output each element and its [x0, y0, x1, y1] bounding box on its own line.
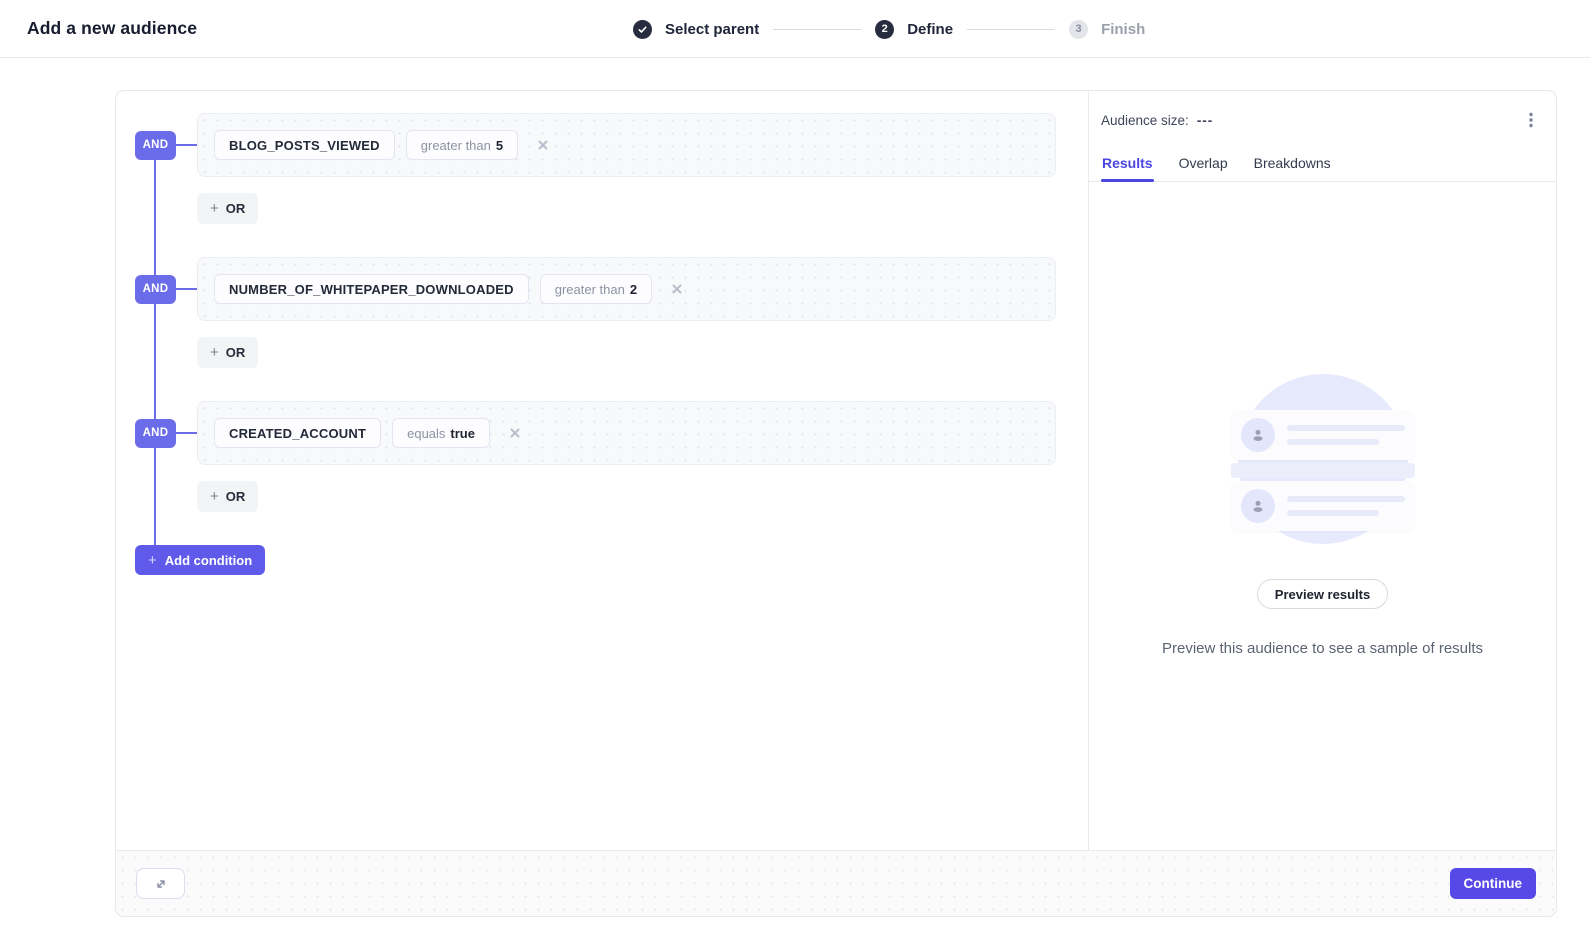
- or-label: OR: [226, 345, 246, 360]
- preview-caption: Preview this audience to see a sample of…: [1162, 640, 1483, 657]
- add-condition-label: Add condition: [165, 553, 252, 568]
- stepper: Select parent 2 Define 3 Finish: [633, 0, 1145, 58]
- condition-operator-chip[interactable]: greater than 2: [540, 274, 652, 304]
- condition-row: AND CREATED_ACCOUNT equals true: [135, 401, 1056, 465]
- condition-operator-chip[interactable]: greater than 5: [406, 130, 518, 160]
- step-complete-check-icon: [633, 20, 652, 39]
- operator-value: 5: [496, 138, 503, 153]
- step-label: Define: [907, 21, 953, 38]
- remove-condition-icon[interactable]: [509, 427, 521, 439]
- field-name: NUMBER_OF_WHITEPAPER_DOWNLOADED: [229, 282, 514, 297]
- add-or-condition-button[interactable]: + OR: [197, 337, 258, 368]
- illustration-rows: [1231, 410, 1415, 531]
- skeleton-lines: [1287, 496, 1405, 516]
- remove-condition-icon[interactable]: [537, 139, 549, 151]
- operator-value: 2: [630, 282, 637, 297]
- or-row: + OR: [135, 337, 1056, 401]
- condition-card: BLOG_POSTS_VIEWED greater than 5: [197, 113, 1056, 177]
- condition-field-chip[interactable]: BLOG_POSTS_VIEWED: [214, 130, 395, 160]
- step-number: 2: [875, 20, 894, 39]
- results-panel-body: Preview results Preview this audience to…: [1089, 182, 1556, 850]
- illustration-user-card: [1231, 481, 1415, 531]
- condition-field-chip[interactable]: CREATED_ACCOUNT: [214, 418, 381, 448]
- expand-icon[interactable]: [136, 868, 185, 899]
- card-body: AND BLOG_POSTS_VIEWED greater than 5: [116, 91, 1556, 850]
- condition-card: NUMBER_OF_WHITEPAPER_DOWNLOADED greater …: [197, 257, 1056, 321]
- illustration-strip: [1231, 463, 1415, 478]
- and-badge[interactable]: AND: [135, 419, 176, 448]
- connector-line: [176, 288, 197, 290]
- header: Add a new audience Select parent 2 Defin…: [0, 0, 1590, 58]
- or-row: + OR: [135, 193, 1056, 257]
- step-number: 3: [1069, 20, 1088, 39]
- field-name: BLOG_POSTS_VIEWED: [229, 138, 380, 153]
- step-connector-line: [967, 29, 1055, 30]
- remove-condition-icon[interactable]: [671, 283, 683, 295]
- operator-label: equals: [407, 426, 445, 441]
- tab-results[interactable]: Results: [1101, 139, 1154, 181]
- audience-size-label: Audience size:: [1101, 113, 1189, 128]
- audience-size-row: Audience size: ---: [1089, 91, 1556, 139]
- condition-field-chip[interactable]: NUMBER_OF_WHITEPAPER_DOWNLOADED: [214, 274, 529, 304]
- footer-bar: Continue: [116, 850, 1556, 916]
- condition-card: CREATED_ACCOUNT equals true: [197, 401, 1056, 465]
- user-avatar-icon: [1241, 489, 1275, 523]
- operator-label: greater than: [555, 282, 625, 297]
- condition-row: AND NUMBER_OF_WHITEPAPER_DOWNLOADED grea…: [135, 257, 1056, 321]
- or-label: OR: [226, 489, 246, 504]
- user-avatar-icon: [1241, 418, 1275, 452]
- audience-size-value: ---: [1197, 113, 1214, 128]
- step-define[interactable]: 2 Define: [875, 20, 953, 39]
- and-badge[interactable]: AND: [135, 275, 176, 304]
- page-title: Add a new audience: [27, 18, 197, 39]
- or-row: + OR: [135, 481, 1056, 545]
- connector-line: [176, 144, 197, 146]
- field-name: CREATED_ACCOUNT: [229, 426, 366, 441]
- step-connector-line: [773, 29, 861, 30]
- results-empty-illustration: [1231, 374, 1415, 546]
- condition-operator-chip[interactable]: equals true: [392, 418, 490, 448]
- skeleton-lines: [1287, 425, 1405, 445]
- tab-overlap[interactable]: Overlap: [1178, 139, 1229, 181]
- add-condition-button[interactable]: + Add condition: [135, 545, 265, 575]
- operator-label: greater than: [421, 138, 491, 153]
- plus-icon: +: [210, 201, 219, 216]
- audience-builder-card: AND BLOG_POSTS_VIEWED greater than 5: [115, 90, 1557, 917]
- plus-icon: +: [210, 345, 219, 360]
- add-or-condition-button[interactable]: + OR: [197, 193, 258, 224]
- plus-icon: +: [148, 553, 157, 568]
- and-trunk-line: [154, 143, 156, 545]
- step-label: Finish: [1101, 21, 1145, 38]
- panel-tabs: Results Overlap Breakdowns: [1089, 139, 1556, 182]
- preview-results-button[interactable]: Preview results: [1257, 579, 1388, 609]
- connector-line: [176, 432, 197, 434]
- or-label: OR: [226, 201, 246, 216]
- step-finish: 3 Finish: [1069, 20, 1145, 39]
- condition-row: AND BLOG_POSTS_VIEWED greater than 5: [135, 113, 1056, 177]
- plus-icon: +: [210, 489, 219, 504]
- preview-panel: Audience size: --- Results Overlap Break…: [1088, 91, 1556, 850]
- condition-builder: AND BLOG_POSTS_VIEWED greater than 5: [116, 91, 1088, 850]
- tab-breakdowns[interactable]: Breakdowns: [1253, 139, 1332, 181]
- and-badge[interactable]: AND: [135, 131, 176, 160]
- continue-button[interactable]: Continue: [1450, 868, 1537, 899]
- step-select-parent[interactable]: Select parent: [633, 20, 759, 39]
- kebab-menu-icon[interactable]: [1520, 107, 1542, 133]
- add-or-condition-button[interactable]: + OR: [197, 481, 258, 512]
- step-label: Select parent: [665, 21, 759, 38]
- operator-value: true: [450, 426, 475, 441]
- illustration-user-card: [1231, 410, 1415, 460]
